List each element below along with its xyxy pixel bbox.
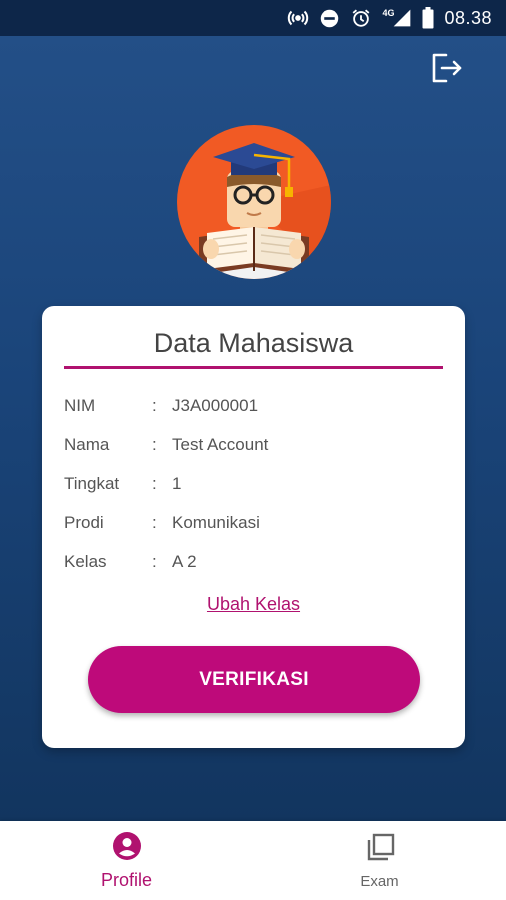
profile-screen: Data Mahasiswa NIM : J3A000001 Nama : Te…: [0, 36, 506, 821]
field-value: Test Account: [172, 434, 269, 454]
nav-item-exam[interactable]: Exam: [253, 821, 506, 900]
student-data-card: Data Mahasiswa NIM : J3A000001 Nama : Te…: [42, 306, 465, 748]
field-label: Tingkat: [64, 473, 120, 493]
field-row-kelas: Kelas : A 2: [64, 542, 443, 581]
student-fields: NIM : J3A000001 Nama : Test Account Ting…: [64, 386, 443, 581]
battery-icon: [422, 7, 434, 29]
field-separator: :: [152, 551, 157, 571]
nav-label-profile: Profile: [100, 869, 153, 890]
field-value: A 2: [172, 551, 197, 571]
field-separator: :: [152, 512, 157, 532]
title-divider: [64, 366, 443, 369]
field-row-prodi: Prodi : Komunikasi: [64, 503, 443, 542]
status-time: 08.38: [444, 7, 492, 28]
alarm-icon: [350, 7, 372, 29]
bottom-navigation: Profile Exam: [0, 821, 506, 900]
field-label: Nama: [64, 434, 110, 454]
verify-button[interactable]: VERIFIKASI: [88, 646, 420, 713]
field-value: 1: [172, 473, 182, 493]
logout-icon: [428, 50, 464, 91]
field-value: J3A000001: [172, 395, 259, 415]
student-avatar: [177, 125, 331, 279]
field-row-nama: Nama : Test Account: [64, 425, 443, 464]
signal-icon: 4G: [382, 8, 412, 28]
change-class-link[interactable]: Ubah Kelas: [42, 594, 465, 615]
field-value: Komunikasi: [172, 512, 260, 532]
field-label: NIM: [64, 395, 96, 415]
nav-label-exam: Exam: [360, 872, 399, 890]
nav-item-profile[interactable]: Profile: [0, 821, 253, 900]
field-row-tingkat: Tingkat : 1: [64, 464, 443, 503]
logout-button[interactable]: [426, 50, 466, 90]
status-bar: 4G 08.38: [0, 0, 506, 36]
exam-icon: [364, 832, 396, 869]
field-separator: :: [152, 434, 157, 454]
field-row-nim: NIM : J3A000001: [64, 386, 443, 425]
field-separator: :: [152, 395, 157, 415]
field-separator: :: [152, 473, 157, 493]
do-not-disturb-icon: [319, 8, 340, 29]
field-label: Prodi: [64, 512, 104, 532]
hotspot-icon: [287, 7, 309, 29]
field-label: Kelas: [64, 551, 107, 571]
profile-icon: [112, 831, 142, 866]
card-title: Data Mahasiswa: [153, 328, 354, 358]
